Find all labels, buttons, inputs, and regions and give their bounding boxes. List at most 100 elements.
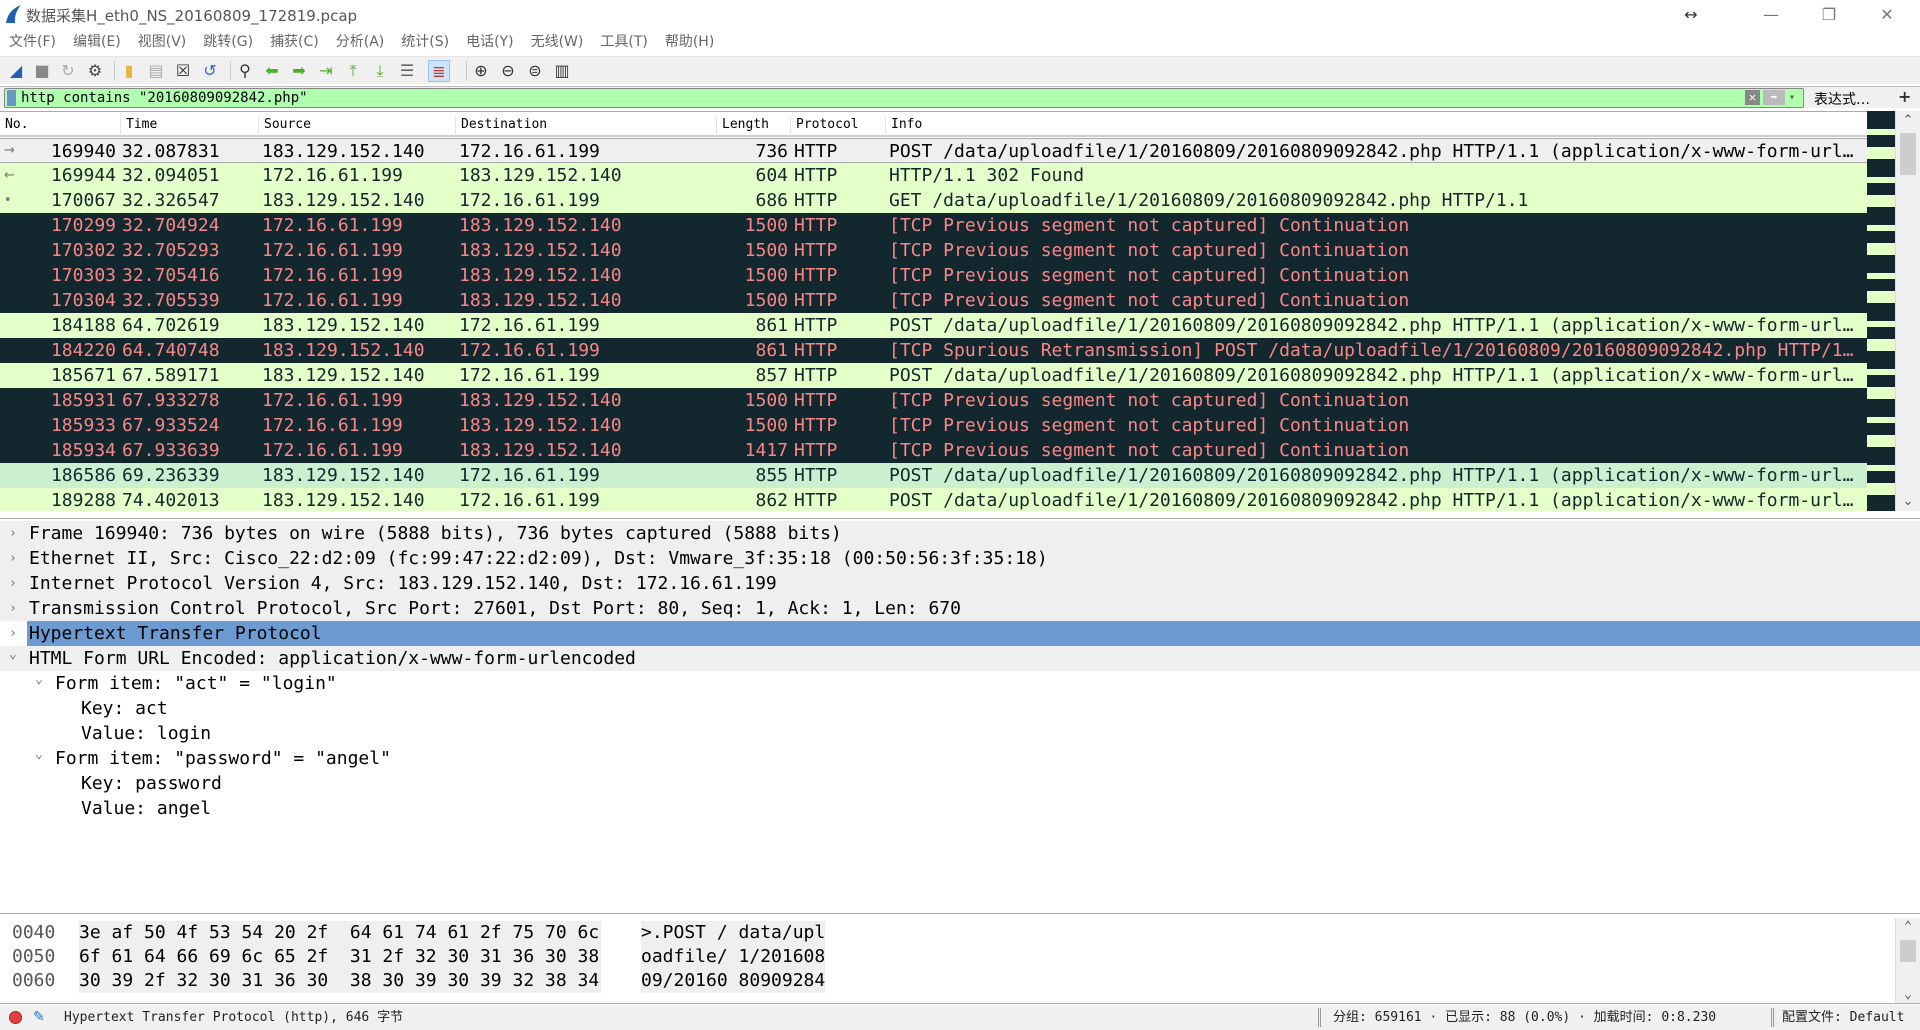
detail-tree-item[interactable]: Key: password xyxy=(0,771,1920,796)
detail-tree-item[interactable]: › Hypertext Transfer Protocol xyxy=(9,621,1920,646)
packet-proto: HTTP xyxy=(794,190,838,211)
packet-minimap[interactable] xyxy=(1867,111,1895,511)
detail-tree-item[interactable]: › Frame 169940: 736 bytes on wire (5888 b… xyxy=(0,521,1920,546)
menu-wireless[interactable]: 无线(W) xyxy=(531,30,584,54)
detail-tree-item[interactable]: Value: login xyxy=(0,721,1920,746)
clear-filter-icon[interactable]: ✕ xyxy=(1745,90,1760,105)
edit-comment-icon[interactable]: ✎ xyxy=(33,1005,45,1030)
auto-scroll-icon[interactable]: ☰ xyxy=(396,60,418,82)
reload-file-icon[interactable]: ↺ xyxy=(199,60,221,82)
chevron-down-icon[interactable]: ⌄ xyxy=(9,642,17,667)
find-packet-icon[interactable]: ⚲ xyxy=(234,60,256,82)
packet-row[interactable]: 170304 32.705539 172.16.61.199 183.129.152.… xyxy=(0,288,1867,313)
go-back-icon[interactable]: ⬅ xyxy=(261,60,283,82)
scroll-down-icon[interactable]: ⌄ xyxy=(1896,494,1920,509)
packet-list-scrollbar[interactable]: ⌃ ⌄ xyxy=(1895,111,1920,511)
chevron-right-icon[interactable]: › xyxy=(9,546,17,571)
scroll-down-icon[interactable]: ⌄ xyxy=(1896,987,1920,1002)
chevron-down-icon[interactable]: ⌄ xyxy=(35,667,43,692)
apply-filter-icon[interactable]: ➡ xyxy=(1763,90,1785,105)
bytes-hex: 30 39 2f 32 30 31 36 30 38 30 39 30 39 3… xyxy=(79,969,602,993)
colorize-icon[interactable]: ≣ xyxy=(428,60,450,82)
packet-row[interactable]: 169940 32.087831 183.129.152.140 172.16.61.… xyxy=(0,138,1867,163)
capture-options-icon[interactable]: ⚙ xyxy=(84,60,106,82)
detail-text: Key: act xyxy=(81,698,168,719)
resize-columns-icon[interactable]: ▥ xyxy=(551,60,573,82)
menu-capture[interactable]: 捕获(C) xyxy=(270,30,319,54)
menu-statistics[interactable]: 统计(S) xyxy=(401,30,449,54)
menu-telephony[interactable]: 电话(Y) xyxy=(466,30,513,54)
menu-view[interactable]: 视图(V) xyxy=(138,30,187,54)
chevron-right-icon[interactable]: › xyxy=(9,571,17,596)
detail-tree-item[interactable]: › Transmission Control Protocol, Src Port… xyxy=(0,596,1920,621)
related-packet-icon: → xyxy=(4,143,15,158)
menu-file[interactable]: 文件(F) xyxy=(9,30,56,54)
maximize-button[interactable]: ❐ xyxy=(1806,2,1852,28)
expression-button[interactable]: 表达式… xyxy=(1814,89,1870,109)
scrollbar-thumb[interactable] xyxy=(1900,133,1916,175)
chevron-right-icon[interactable]: › xyxy=(9,596,17,621)
packet-no: 170067 xyxy=(50,190,116,211)
packet-row[interactable]: 186586 69.236339 183.129.152.140 172.16.61.… xyxy=(0,463,1867,488)
bookmark-icon[interactable] xyxy=(7,90,16,106)
first-packet-icon[interactable]: ⤒ xyxy=(342,60,364,82)
packet-row[interactable]: 185934 67.933639 172.16.61.199 183.129.152.… xyxy=(0,438,1867,463)
detail-tree-item[interactable]: ⌄ Form item: "act" = "login" xyxy=(0,671,1920,696)
packet-no: 170304 xyxy=(50,290,116,311)
scroll-up-icon[interactable]: ⌃ xyxy=(1896,919,1920,934)
packet-row[interactable]: 170299 32.704924 172.16.61.199 183.129.152.… xyxy=(0,213,1867,238)
normal-size-icon[interactable]: ⊜ xyxy=(524,60,546,82)
packet-src: 183.129.152.140 xyxy=(262,490,425,511)
zoom-out-icon[interactable]: ⊖ xyxy=(497,60,519,82)
restart-capture-icon[interactable]: ↻ xyxy=(57,60,79,82)
packet-row[interactable]: 170303 32.705416 172.16.61.199 183.129.152.… xyxy=(0,263,1867,288)
minimize-button[interactable]: — xyxy=(1748,2,1794,28)
expert-info-icon[interactable] xyxy=(9,1011,22,1024)
zoom-in-icon[interactable]: ⊕ xyxy=(470,60,492,82)
packet-row[interactable]: 170067 32.326547 183.129.152.140 172.16.61.… xyxy=(0,188,1867,213)
filter-history-dropdown-icon[interactable]: ▾ xyxy=(1789,89,1795,107)
close-button[interactable]: ✕ xyxy=(1864,2,1910,28)
packet-row[interactable]: 184188 64.702619 183.129.152.140 172.16.61.… xyxy=(0,313,1867,338)
packet-dst: 172.16.61.199 xyxy=(459,365,600,386)
open-file-icon[interactable]: ▮ xyxy=(118,60,140,82)
packet-row[interactable]: 185931 67.933278 172.16.61.199 183.129.152.… xyxy=(0,388,1867,413)
bytes-scrollbar[interactable]: ⌃ ⌄ xyxy=(1895,918,1920,1003)
go-to-packet-icon[interactable]: ⇥ xyxy=(315,60,337,82)
detail-tree-item[interactable]: ⌄ Form item: "password" = "angel" xyxy=(0,746,1920,771)
menu-edit[interactable]: 编辑(E) xyxy=(73,30,121,54)
scroll-up-icon[interactable]: ⌃ xyxy=(1896,113,1920,128)
packet-row[interactable]: 189288 74.402013 183.129.152.140 172.16.61.… xyxy=(0,488,1867,511)
packet-no: 170302 xyxy=(50,240,116,261)
packet-row[interactable]: 184220 64.740748 183.129.152.140 172.16.61.… xyxy=(0,338,1867,363)
packet-row[interactable]: 185933 67.933524 172.16.61.199 183.129.152.… xyxy=(0,413,1867,438)
menu-go[interactable]: 跳转(G) xyxy=(203,30,253,54)
detail-tree-item[interactable]: Value: angel xyxy=(0,796,1920,821)
file-set-icon[interactable]: ▤ xyxy=(145,60,167,82)
detail-tree-item[interactable]: › Ethernet II, Src: Cisco_22:d2:09 (fc:99… xyxy=(0,546,1920,571)
chevron-down-icon[interactable]: ⌄ xyxy=(35,742,43,767)
packet-info: POST /data/uploadfile/1/20160809/2016080… xyxy=(889,365,1859,386)
menu-analyze[interactable]: 分析(A) xyxy=(336,30,385,54)
packet-row[interactable]: 185671 67.589171 183.129.152.140 172.16.61.… xyxy=(0,363,1867,388)
packet-row[interactable]: 170302 32.705293 172.16.61.199 183.129.152.… xyxy=(0,238,1867,263)
detail-tree-item[interactable]: Key: act xyxy=(0,696,1920,721)
detail-tree-item[interactable]: ⌄ HTML Form URL Encoded: application/x-ww… xyxy=(0,646,1920,671)
status-profile[interactable]: 配置文件: Default xyxy=(1782,1005,1904,1030)
start-capture-icon[interactable]: ◢ xyxy=(5,60,27,82)
go-forward-icon[interactable]: ➡ xyxy=(288,60,310,82)
menu-tools[interactable]: 工具(T) xyxy=(600,30,647,54)
stop-capture-icon[interactable]: ■ xyxy=(31,60,53,82)
menu-help[interactable]: 帮助(H) xyxy=(665,30,714,54)
last-packet-icon[interactable]: ⤓ xyxy=(369,60,391,82)
add-filter-button[interactable]: + xyxy=(1898,87,1911,106)
detail-tree-item[interactable]: › Internet Protocol Version 4, Src: 183.1… xyxy=(0,571,1920,596)
display-filter-input[interactable]: http contains "20160809092842.php" ✕ ➡ ▾ xyxy=(4,88,1804,108)
chevron-right-icon[interactable]: › xyxy=(9,521,17,546)
close-file-icon[interactable]: ☒ xyxy=(172,60,194,82)
scrollbar-thumb[interactable] xyxy=(1900,940,1916,962)
packet-info: POST /data/uploadfile/1/20160809/2016080… xyxy=(889,315,1859,336)
packet-row[interactable]: 169944 32.094051 172.16.61.199 183.129.152.… xyxy=(0,163,1867,188)
packet-proto: HTTP xyxy=(794,265,838,286)
resize-icon[interactable]: ↔ xyxy=(1668,2,1714,28)
